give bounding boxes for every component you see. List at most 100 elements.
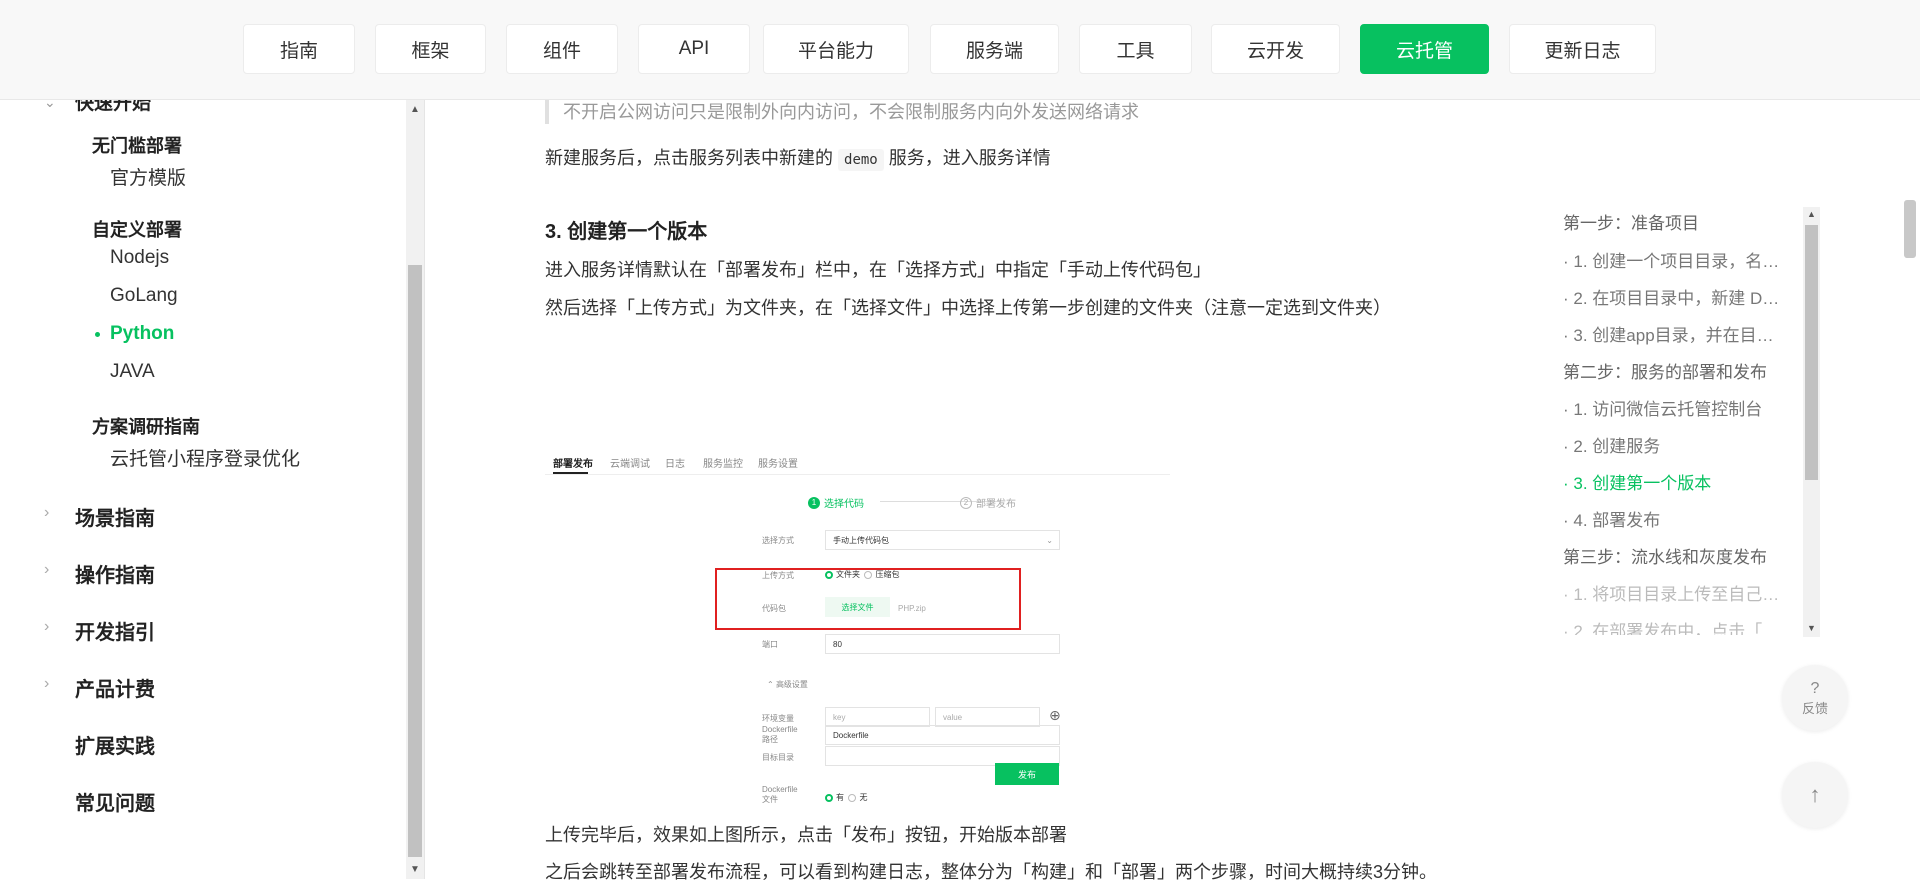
arrow-up-icon: ↑ bbox=[1809, 782, 1821, 807]
shot-select-method: 手动上传代码包 ⌄ bbox=[825, 530, 1060, 550]
toc-item[interactable]: · 3. 创建app目录，并在目录下新建文件 bbox=[1563, 321, 1788, 346]
shot-dockerfile-options: 有 无 bbox=[825, 792, 867, 803]
chevron-down-icon[interactable]: ⌄ bbox=[44, 100, 56, 111]
sidebar-section-dev-guide[interactable]: 开发指引 bbox=[75, 616, 155, 645]
nav-components[interactable]: 组件 bbox=[506, 24, 618, 74]
shot-label: 目标目录 bbox=[762, 753, 794, 762]
scroll-down-icon[interactable]: ▼ bbox=[410, 864, 420, 875]
scroll-down-icon[interactable]: ▼ bbox=[1807, 623, 1816, 633]
sidebar-group-title: 自定义部署 bbox=[92, 220, 182, 240]
section-heading: 3. 创建第一个版本 bbox=[545, 221, 708, 243]
shot-target-field bbox=[825, 746, 1060, 766]
page-scrollbar-thumb[interactable] bbox=[1904, 200, 1916, 258]
shot-select-value: 手动上传代码包 bbox=[833, 535, 889, 545]
nav-cloud-hosting[interactable]: 云托管 bbox=[1360, 24, 1489, 74]
inline-code: demo bbox=[838, 149, 884, 171]
nav-server[interactable]: 服务端 bbox=[930, 24, 1059, 74]
shot-label: 环境变量 bbox=[762, 714, 794, 723]
sidebar-section-operations[interactable]: 操作指南 bbox=[75, 559, 155, 588]
left-sidebar: ⌄ 快速开始 无门槛部署 官方模版 自定义部署 Nodejs GoLang Py… bbox=[0, 100, 406, 879]
sidebar-item-template[interactable]: 官方模版 bbox=[110, 163, 186, 190]
shot-step-2: 2 部署发布 bbox=[960, 495, 1016, 510]
chevron-right-icon[interactable]: › bbox=[44, 561, 49, 579]
shot-divider bbox=[545, 474, 1170, 475]
toc-item[interactable]: · 1. 访问微信云托管控制台 bbox=[1563, 395, 1788, 420]
sidebar-section-quickstart[interactable]: 快速开始 bbox=[75, 100, 151, 115]
sidebar-scrollbar[interactable]: ▲ ▼ bbox=[406, 100, 424, 879]
shot-port-field: 80 bbox=[825, 634, 1060, 654]
active-dot-icon bbox=[95, 332, 100, 337]
toc-item[interactable]: 第一步：准备项目 bbox=[1563, 209, 1788, 234]
toc-scrollbar-thumb[interactable] bbox=[1805, 225, 1818, 480]
shot-tab-monitor: 服务监控 bbox=[703, 459, 743, 470]
toc-item[interactable]: 第三步：流水线和灰度发布 bbox=[1563, 543, 1788, 568]
sidebar-item-login-optimization[interactable]: 云托管小程序登录优化 bbox=[110, 444, 300, 471]
step-number: 1 bbox=[808, 496, 820, 509]
sidebar-section-extensions[interactable]: 扩展实践 bbox=[75, 730, 155, 759]
page-scrollbar[interactable] bbox=[1900, 100, 1920, 879]
chevron-right-icon[interactable]: › bbox=[44, 675, 49, 693]
chevron-right-icon[interactable]: › bbox=[44, 618, 49, 636]
toc-item[interactable]: · 1. 创建一个项目目录，名称为 demo bbox=[1563, 247, 1788, 272]
sidebar-section-faq[interactable]: 常见问题 bbox=[75, 787, 155, 816]
nav-changelog[interactable]: 更新日志 bbox=[1509, 24, 1656, 74]
step-label: 部署发布 bbox=[976, 499, 1016, 510]
highlight-box bbox=[715, 568, 1021, 630]
toc-item[interactable]: · 2. 在项目目录中，新建 Dockerfile 文件 bbox=[1563, 284, 1788, 309]
toc-item[interactable]: · 4. 部署发布 bbox=[1563, 506, 1788, 531]
paragraph: 之后会跳转至部署发布流程，可以看到构建日志，整体分为「构建」和「部署」两个步骤，… bbox=[545, 862, 1438, 882]
shot-label: 选择方式 bbox=[762, 536, 794, 545]
nav-framework[interactable]: 框架 bbox=[375, 24, 486, 74]
nav-tools[interactable]: 工具 bbox=[1079, 24, 1192, 74]
toc-item[interactable]: · 2. 在部署发布中，点击「 bbox=[1563, 617, 1788, 635]
sidebar-item-java[interactable]: JAVA bbox=[110, 361, 155, 383]
toc-scrollbar[interactable]: ▲ ▼ bbox=[1803, 207, 1820, 637]
scroll-up-icon[interactable]: ▲ bbox=[1807, 209, 1816, 219]
console-screenshot: 部署发布 云端调试 日志 服务监控 服务设置 1 选择代码 2 部署发布 选择方… bbox=[545, 340, 1185, 804]
paragraph: 上传完毕后，效果如上图所示，点击「发布」按钮，开始版本部署 bbox=[545, 825, 1067, 845]
chevron-right-icon[interactable]: › bbox=[44, 504, 49, 522]
sidebar-group-title: 方案调研指南 bbox=[92, 417, 200, 437]
step-number: 2 bbox=[960, 496, 972, 509]
scroll-up-icon[interactable]: ▲ bbox=[410, 104, 420, 115]
step-label: 选择代码 bbox=[824, 499, 864, 510]
sidebar-item-golang[interactable]: GoLang bbox=[110, 285, 178, 307]
nav-platform[interactable]: 平台能力 bbox=[763, 24, 909, 74]
sidebar-scrollbar-thumb[interactable] bbox=[408, 265, 422, 857]
shot-label: Dockerfile 文件 bbox=[762, 785, 798, 804]
sidebar-section-scenarios[interactable]: 场景指南 bbox=[75, 502, 155, 531]
question-icon: ? bbox=[1810, 679, 1820, 697]
nav-guide[interactable]: 指南 bbox=[243, 24, 355, 74]
add-circle-icon: ⊕ bbox=[1049, 707, 1061, 723]
chevron-down-icon: ⌄ bbox=[1046, 535, 1053, 545]
toc-item[interactable]: 第二步：服务的部署和发布 bbox=[1563, 358, 1788, 383]
shot-env-value: value bbox=[935, 707, 1040, 727]
paragraph: 进入服务详情默认在「部署发布」栏中，在「选择方式」中指定「手动上传代码包」 bbox=[545, 260, 1211, 280]
feedback-button[interactable]: ? 反馈 bbox=[1782, 665, 1848, 731]
radio-icon bbox=[848, 793, 857, 802]
paragraph-text: 新建服务后，点击服务列表中新建的 bbox=[545, 148, 833, 168]
shot-label: 端口 bbox=[762, 640, 778, 649]
radio-icon bbox=[825, 793, 833, 802]
shot-step-1: 1 选择代码 bbox=[808, 495, 864, 510]
shot-opt: 无 bbox=[859, 793, 868, 802]
nav-api[interactable]: API bbox=[638, 24, 750, 74]
paragraph-text: 服务，进入服务详情 bbox=[888, 148, 1051, 168]
shot-tab-deploy: 部署发布 bbox=[553, 459, 593, 470]
nav-cloud-dev[interactable]: 云开发 bbox=[1211, 24, 1340, 74]
sidebar-section-billing[interactable]: 产品计费 bbox=[75, 673, 155, 702]
paragraph: 新建服务后，点击服务列表中新建的 demo 服务，进入服务详情 bbox=[545, 144, 1051, 171]
shot-advanced-label: 高级设置 bbox=[775, 680, 808, 689]
sidebar-divider bbox=[424, 100, 425, 879]
toc-item[interactable]: · 1. 将项目目录上传至自己的代码仓库 bbox=[1563, 580, 1788, 605]
back-to-top-button[interactable]: ↑ bbox=[1782, 762, 1848, 828]
sidebar-item-python[interactable]: Python bbox=[110, 323, 174, 345]
shot-opt: 有 bbox=[836, 793, 844, 802]
shot-tab-debug: 云端调试 bbox=[610, 459, 650, 470]
blockquote-note: 不开启公网访问只是限制外向内访问，不会限制服务内向外发送网络请求 bbox=[545, 100, 1445, 124]
toc-item-active[interactable]: · 3. 创建第一个版本 bbox=[1563, 469, 1788, 494]
toc-item[interactable]: · 2. 创建服务 bbox=[1563, 432, 1788, 457]
shot-env-key: key bbox=[825, 707, 930, 727]
sidebar-item-nodejs[interactable]: Nodejs bbox=[110, 247, 169, 269]
feedback-label: 反馈 bbox=[1801, 700, 1828, 716]
